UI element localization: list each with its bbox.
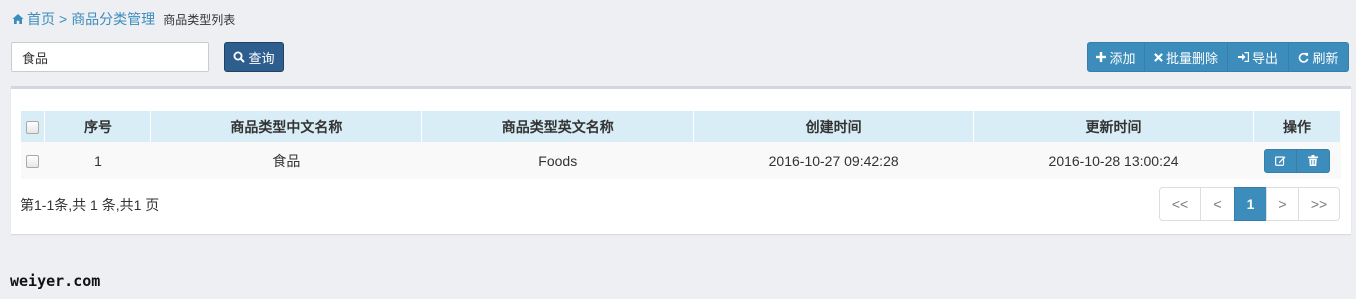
cell-updated: 2016-10-28 13:00:24 xyxy=(973,142,1254,179)
breadcrumb-home[interactable]: 首页 xyxy=(27,9,55,29)
cell-actions xyxy=(1253,142,1341,179)
list-panel: 序号 商品类型中文名称 商品类型英文名称 创建时间 更新时间 操作 1 食品 F… xyxy=(11,86,1351,234)
batch-delete-button[interactable]: 批量删除 xyxy=(1145,42,1228,72)
export-button[interactable]: 导出 xyxy=(1228,42,1289,72)
home-icon xyxy=(12,14,24,24)
search-input[interactable] xyxy=(11,42,209,72)
breadcrumb-separator: > xyxy=(59,11,68,27)
pagination: << < 1 > >> xyxy=(1159,187,1340,221)
search-icon xyxy=(233,51,246,63)
query-button[interactable]: 查询 xyxy=(224,42,284,72)
refresh-icon xyxy=(1299,52,1309,63)
refresh-button[interactable]: 刷新 xyxy=(1289,42,1349,72)
watermark: weiyer.com xyxy=(10,272,101,290)
toolbar: 添加 批量删除 导出 刷新 xyxy=(1087,42,1349,72)
add-button-label: 添加 xyxy=(1109,50,1136,66)
header-actions: 操作 xyxy=(1253,111,1342,142)
page-first-button[interactable]: << xyxy=(1159,187,1201,221)
row-checkbox[interactable] xyxy=(26,155,40,169)
cell-name-en: Foods xyxy=(421,142,694,179)
page-prev-button[interactable]: < xyxy=(1200,187,1235,221)
table-row: 1 食品 Foods 2016-10-27 09:42:28 2016-10-2… xyxy=(21,142,1341,179)
breadcrumb-category[interactable]: 商品分类管理 xyxy=(71,9,155,29)
table-header-row: 序号 商品类型中文名称 商品类型英文名称 创建时间 更新时间 操作 xyxy=(21,111,1342,142)
breadcrumb: 首页 > 商品分类管理 商品类型列表 xyxy=(12,9,235,29)
edit-button[interactable] xyxy=(1263,148,1297,173)
pagination-summary: 第1-1条,共 1 条,共1 页 xyxy=(20,197,160,213)
header-updated: 更新时间 xyxy=(973,111,1254,142)
select-all-checkbox[interactable] xyxy=(26,121,40,135)
cell-created: 2016-10-27 09:42:28 xyxy=(693,142,974,179)
header-name-en: 商品类型英文名称 xyxy=(421,111,695,142)
batch-delete-button-label: 批量删除 xyxy=(1165,50,1218,66)
sign-in-icon xyxy=(1237,52,1249,62)
add-button[interactable]: 添加 xyxy=(1087,42,1145,72)
header-name-cn: 商品类型中文名称 xyxy=(150,111,423,142)
delete-button[interactable] xyxy=(1296,148,1330,173)
page-current-button[interactable]: 1 xyxy=(1234,187,1267,221)
breadcrumb-current: 商品类型列表 xyxy=(163,12,236,27)
cell-index: 1 xyxy=(44,142,151,179)
cell-name-cn: 食品 xyxy=(150,142,422,179)
times-icon xyxy=(1154,52,1163,62)
trash-icon xyxy=(1307,155,1318,166)
page-last-button[interactable]: >> xyxy=(1298,187,1340,221)
page-next-button[interactable]: > xyxy=(1266,187,1299,221)
query-button-label: 查询 xyxy=(248,50,275,66)
export-button-label: 导出 xyxy=(1251,50,1278,66)
header-created: 创建时间 xyxy=(693,111,975,142)
row-select-cell[interactable] xyxy=(21,142,45,179)
header-select-all[interactable] xyxy=(21,111,46,142)
refresh-button-label: 刷新 xyxy=(1312,50,1339,66)
header-index: 序号 xyxy=(44,111,152,142)
edit-icon xyxy=(1275,156,1286,166)
product-type-table: 序号 商品类型中文名称 商品类型英文名称 创建时间 更新时间 操作 1 食品 F… xyxy=(21,111,1342,179)
plus-icon xyxy=(1096,52,1107,62)
